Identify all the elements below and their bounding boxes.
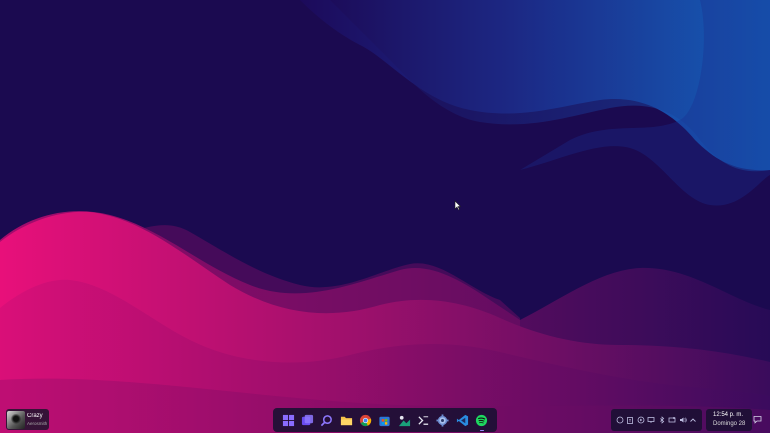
task-view-button[interactable] bbox=[300, 412, 316, 428]
display-icon[interactable] bbox=[668, 416, 676, 424]
notification-icon bbox=[753, 416, 762, 424]
chrome-button[interactable] bbox=[358, 412, 374, 428]
search-button[interactable] bbox=[319, 412, 335, 428]
code-icon bbox=[456, 414, 468, 426]
clock-time: 12:54 p. m. bbox=[713, 412, 744, 418]
store-button[interactable] bbox=[377, 412, 393, 428]
gear-icon bbox=[436, 413, 449, 427]
file-explorer-button[interactable] bbox=[338, 412, 354, 428]
chrome-icon bbox=[360, 414, 372, 426]
settings-button[interactable] bbox=[435, 412, 451, 428]
spotify-button[interactable] bbox=[474, 412, 490, 431]
media-widget[interactable]: Crazy Aerosmith bbox=[6, 409, 49, 430]
terminal-icon bbox=[418, 415, 429, 425]
clock-widget[interactable]: 12:54 p. m. Domingo 28 bbox=[706, 409, 752, 431]
chevron-up-icon[interactable] bbox=[689, 416, 697, 424]
play-icon[interactable] bbox=[637, 416, 645, 424]
album-art bbox=[7, 410, 25, 429]
start-button[interactable] bbox=[280, 412, 296, 428]
task-view-icon bbox=[302, 414, 314, 425]
search-icon bbox=[321, 414, 333, 426]
desktop-wallpaper bbox=[0, 0, 770, 433]
terminal-button[interactable] bbox=[416, 412, 432, 428]
clipboard-icon[interactable] bbox=[626, 416, 634, 424]
media-artist: Aerosmith bbox=[27, 420, 48, 426]
photos-button[interactable] bbox=[396, 412, 412, 428]
taskbar bbox=[273, 408, 497, 432]
active-app-indicator bbox=[479, 429, 484, 431]
vscode-button[interactable] bbox=[454, 412, 470, 428]
windows-logo-icon bbox=[282, 414, 294, 426]
mouse-cursor-icon bbox=[454, 200, 462, 211]
volume-icon[interactable] bbox=[679, 416, 687, 424]
bluetooth-icon[interactable] bbox=[658, 416, 666, 424]
system-tray bbox=[611, 409, 702, 431]
media-title: Crazy bbox=[27, 412, 43, 419]
store-icon bbox=[379, 416, 391, 426]
photos-icon bbox=[398, 415, 410, 426]
clock-date: Domingo 28 bbox=[713, 421, 746, 427]
notification-button[interactable] bbox=[752, 414, 763, 425]
spotify-icon bbox=[476, 414, 488, 426]
folder-icon bbox=[340, 416, 352, 425]
monitor-icon[interactable] bbox=[647, 416, 655, 424]
clock-circle-icon[interactable] bbox=[616, 416, 624, 424]
